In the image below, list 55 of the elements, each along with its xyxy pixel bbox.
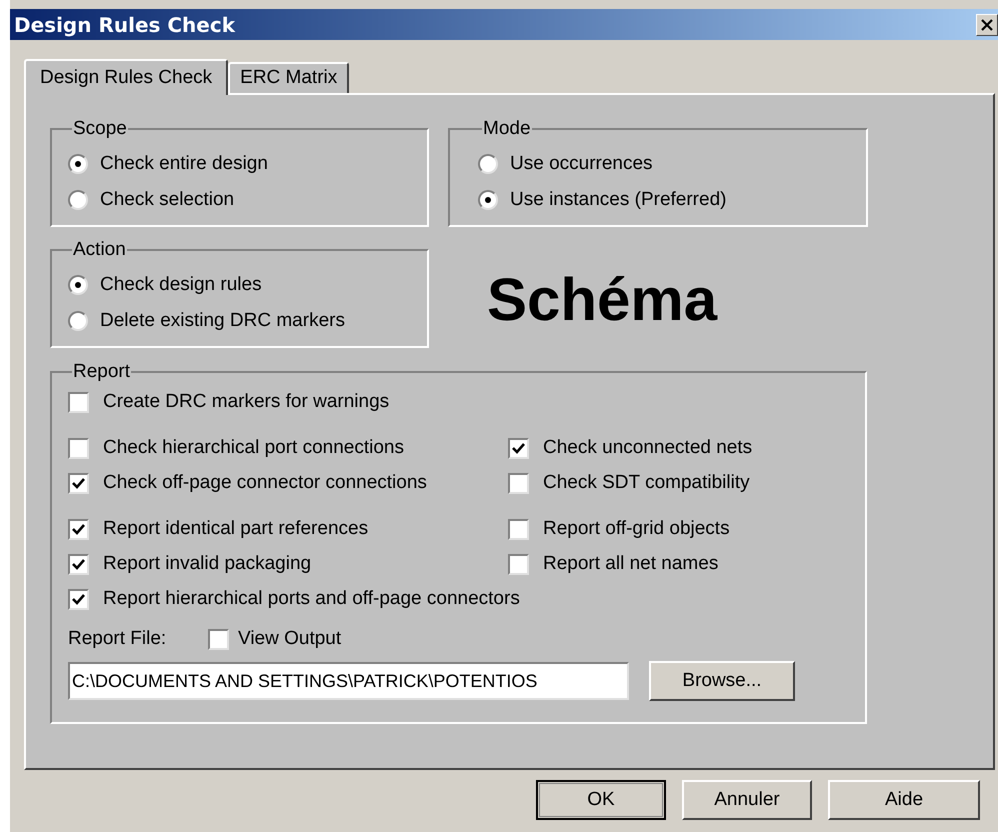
tab[interactable]: Design Rules Check: [24, 59, 228, 95]
checkbox[interactable]: [68, 519, 89, 540]
radio-button[interactable]: [68, 275, 88, 295]
tab[interactable]: ERC Matrix: [228, 62, 350, 93]
radio-label: Use instances (Preferred): [510, 188, 726, 212]
checkbox[interactable]: [508, 554, 529, 575]
radio-button[interactable]: [478, 154, 498, 174]
checkbox[interactable]: [68, 473, 89, 494]
checkbox[interactable]: [208, 629, 229, 650]
radio-label: Check entire design: [100, 152, 268, 176]
checkbox-label: Check SDT compatibility: [543, 471, 750, 496]
radio-button[interactable]: [478, 190, 498, 210]
radio-label: Use occurrences: [510, 152, 653, 176]
check-icon: [72, 524, 85, 535]
check-icon: [72, 594, 85, 605]
group-label: Scope: [72, 119, 128, 138]
field-label: Report File:: [68, 627, 168, 652]
checkbox-label: Create DRC markers for warnings: [103, 390, 390, 414]
dialog-button[interactable]: Annuler: [682, 780, 812, 820]
checkbox-label: View Output: [238, 627, 342, 652]
checkbox[interactable]: [68, 589, 89, 610]
check-icon: [72, 478, 85, 489]
checkbox-label: Check hierarchical port connections: [103, 436, 404, 460]
check-icon: [512, 443, 525, 454]
checkbox-label: Report identical part references: [103, 517, 368, 542]
radio-label: Delete existing DRC markers: [100, 308, 345, 333]
checkbox-label: Report hierarchical ports and off-page connectors: [103, 587, 520, 612]
checkbox-label: Report off-grid objects: [543, 517, 730, 542]
dialog-button[interactable]: Aide: [828, 780, 980, 820]
checkbox[interactable]: [68, 554, 89, 575]
checkbox[interactable]: [508, 438, 529, 459]
checkbox-label: Check unconnected nets: [543, 436, 752, 460]
radio-button[interactable]: [68, 190, 88, 210]
radio-button[interactable]: [68, 154, 88, 174]
checkbox[interactable]: [68, 438, 89, 459]
checkbox[interactable]: [508, 473, 529, 494]
group-label: Report: [72, 362, 132, 381]
dialog-button[interactable]: OK: [536, 780, 666, 820]
close-button[interactable]: [976, 14, 998, 36]
radio-label: Check selection: [100, 188, 234, 212]
checkbox[interactable]: [508, 519, 529, 540]
checkbox-label: Report invalid packaging: [103, 552, 312, 576]
window-title: Design Rules Check: [13, 12, 236, 38]
group-label: Mode: [482, 119, 532, 138]
checkbox-label: Check off-page connector connections: [103, 471, 427, 496]
radio-button[interactable]: [68, 311, 88, 331]
annotation-label: Schéma: [487, 270, 718, 330]
check-icon: [72, 559, 85, 570]
group-label: Action: [72, 240, 127, 259]
checkbox[interactable]: [68, 392, 89, 413]
close-icon: [981, 18, 993, 30]
browse-button[interactable]: Browse...: [649, 661, 795, 701]
input-field[interactable]: C:\DOCUMENTS AND SETTINGS\PATRICK\POTENTIOS: [68, 662, 629, 700]
checkbox-label: Report all net names: [543, 552, 718, 576]
radio-label: Check design rules: [100, 272, 262, 297]
